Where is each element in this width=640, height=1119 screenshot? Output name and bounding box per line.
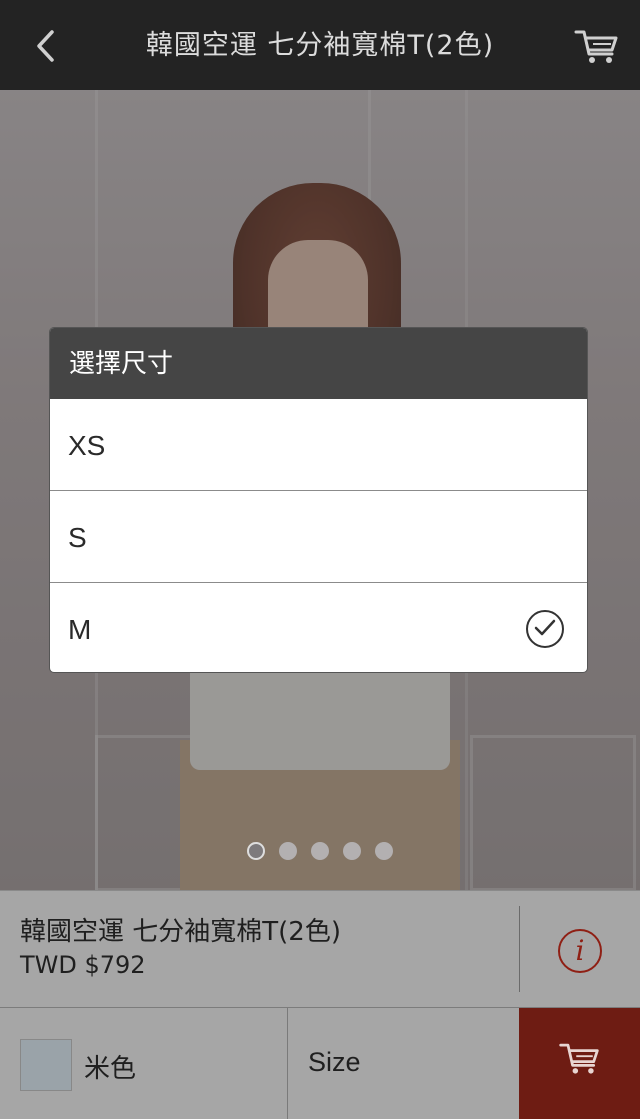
size-option-label: XS bbox=[68, 430, 106, 461]
size-option-label: M bbox=[68, 614, 92, 645]
size-option[interactable]: S bbox=[50, 491, 587, 583]
size-option[interactable]: XS bbox=[50, 399, 587, 491]
dialog-title: 選擇尺寸 bbox=[50, 328, 587, 399]
size-option-label: S bbox=[68, 522, 87, 553]
size-picker-dialog: 選擇尺寸 XS S M bbox=[49, 327, 588, 673]
modal-backdrop[interactable]: 選擇尺寸 XS S M bbox=[0, 0, 640, 1118]
checkmark-icon bbox=[526, 610, 564, 648]
size-option[interactable]: M bbox=[50, 583, 587, 672]
